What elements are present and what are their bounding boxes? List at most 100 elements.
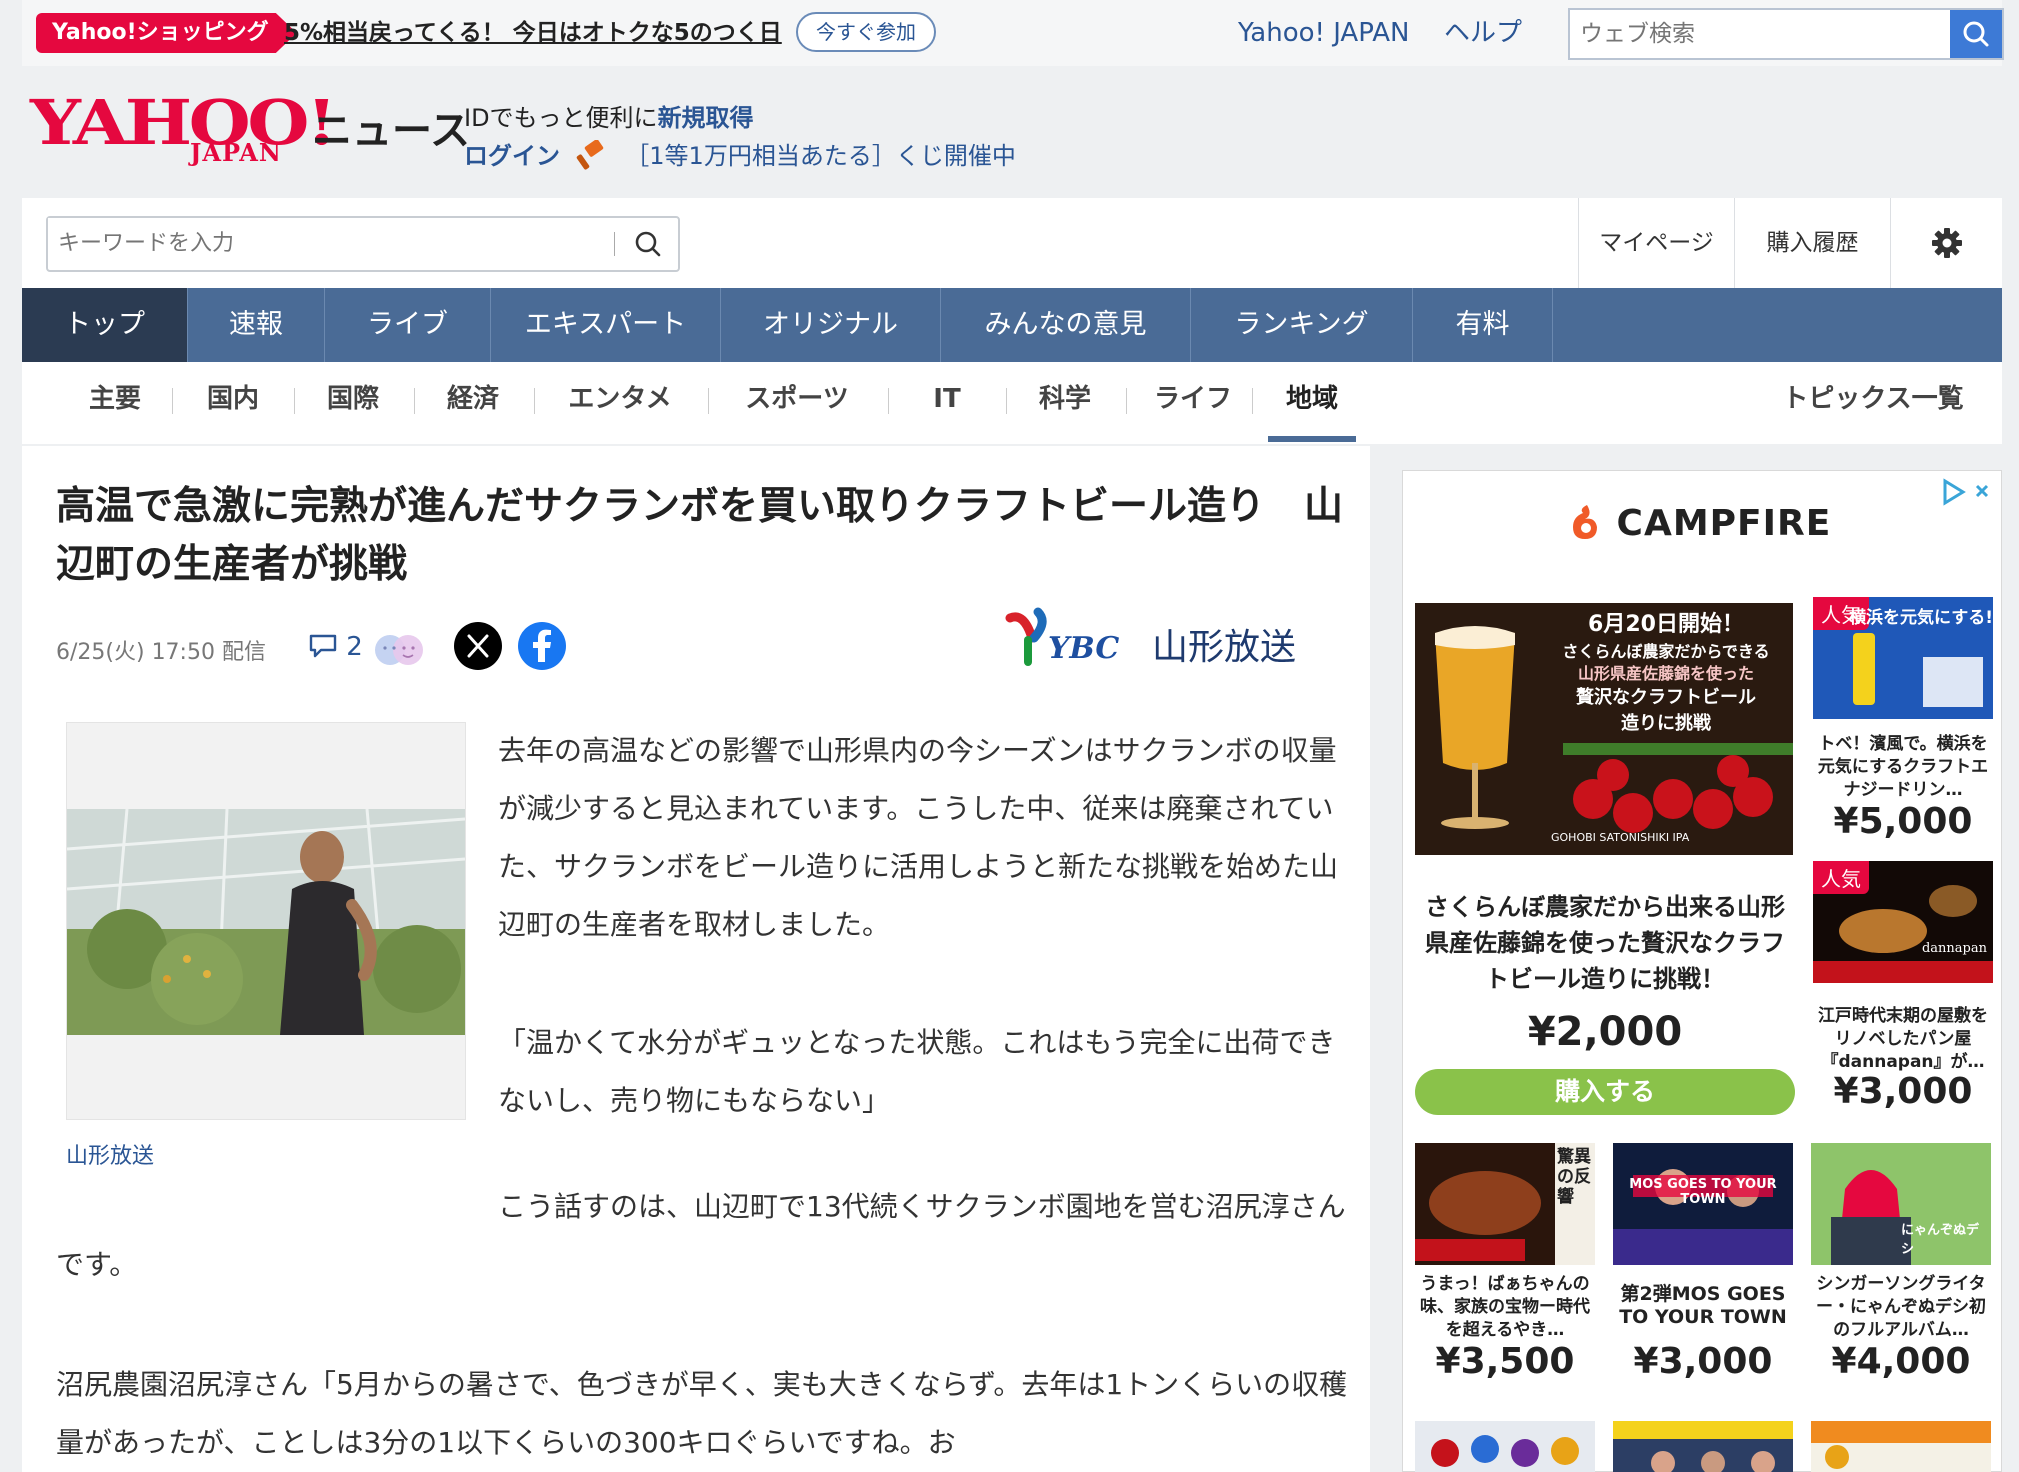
mypage-button[interactable]: マイページ [1578, 198, 1734, 288]
news-service-name[interactable]: ニュース [312, 98, 470, 156]
thumb-caption: にゃんぞぬデシ [1901, 1223, 1980, 1257]
shopping-badge[interactable]: Yahoo!ショッピング [36, 13, 297, 53]
news-search-input[interactable] [48, 218, 608, 268]
ad-main-title[interactable]: さくらんぼ農家だから出来る山形県産佐藤錦を使った贅沢なクラフトビール造りに挑戦！ [1415, 889, 1795, 997]
subnav-economy[interactable]: 経済 [418, 374, 528, 424]
web-search-button[interactable] [1950, 10, 2002, 58]
login-link[interactable]: ログイン [464, 142, 560, 170]
ad-item-title[interactable]: 江戸時代末期の屋敷をリノベしたパン屋『dannapan』が… [1813, 1005, 1993, 1074]
subnav-divider [708, 388, 709, 414]
subnav-domestic[interactable]: 国内 [178, 374, 288, 424]
ad-item-thumb[interactable] [1613, 1421, 1793, 1472]
web-search-input[interactable] [1570, 10, 1940, 58]
subnav-active-indicator [1268, 436, 1356, 442]
hammer-icon [576, 139, 603, 170]
source-logo[interactable]: YBC 山形放送 [1002, 606, 1342, 676]
ybc-logo-icon: YBC [1005, 607, 1119, 666]
article-paragraph: 「温かくて水分がギュッとなった状態。これはもう完全に出荷できないし、売り物にもな… [498, 1026, 1336, 1117]
subnav-entertainment[interactable]: エンタメ [538, 374, 702, 424]
help-link[interactable]: ヘルプ [1444, 16, 1522, 50]
gnav-opinion[interactable]: みんなの意見 [941, 288, 1191, 362]
subnav-divider [534, 388, 535, 414]
ad-item-price: ¥5,000 [1833, 801, 1973, 842]
subnav-life[interactable]: ライフ [1130, 374, 1256, 424]
subnav-divider [1006, 388, 1007, 414]
comment-icon [309, 634, 337, 658]
gnav-expert[interactable]: エキスパート [491, 288, 721, 362]
ad-item-thumb[interactable]: 驚異の反響 [1415, 1143, 1595, 1265]
search-divider [614, 232, 615, 256]
signup-link[interactable]: 新規取得 [658, 104, 754, 132]
purchase-history-button[interactable]: 購入履歴 [1734, 198, 1890, 288]
adchoices-icon[interactable] [1937, 477, 1997, 507]
ad-panel: CAMPFIRE 6月20日開始！ さくらんぼ農家だからできる 山形県産佐藤錦を… [1402, 470, 2002, 1472]
subnav-divider [1126, 388, 1127, 414]
ad-item-title[interactable]: うまっ！ばぁちゃんの味、家族の宝物ー時代を超えるやき… [1415, 1273, 1595, 1342]
ad-item-price: ¥3,000 [1833, 1071, 1973, 1112]
ad-item-thumb[interactable] [1415, 1421, 1595, 1472]
article-title: 高温で急激に完熟が進んだサクランボを買い取りクラフトビール造り 山辺町の生産者が… [56, 484, 1344, 587]
topics-list-link[interactable]: トピックス一覧 [1768, 374, 1978, 424]
subnav-divider [888, 388, 889, 414]
source-name: 山形放送 [1152, 627, 1297, 668]
beer-event-illustration [1613, 1421, 1793, 1472]
ad-item-title[interactable]: シンガーソングライター・にゃんぞぬデシ初のフルアルバム… [1811, 1273, 1991, 1342]
news-search-box [46, 216, 680, 272]
global-nav: トップ 速報 ライブ エキスパート オリジナル みんなの意見 ランキング 有料 [22, 288, 2002, 362]
banner-line: 造りに挑戦 [1621, 713, 1711, 734]
subnav-world[interactable]: 国際 [298, 374, 408, 424]
promo-link[interactable]: 5%相当戻ってくる！ 今日はオトクな5のつく日 [284, 16, 782, 50]
ad-item-thumb[interactable]: MOS GOES TO YOUR TOWN [1613, 1143, 1793, 1265]
ad-item-title[interactable]: トベ！濱風で。横浜を元気にするクラフトエナジードリン… [1813, 733, 1993, 802]
facebook-share-button[interactable] [518, 622, 566, 670]
gnav-top[interactable]: トップ [22, 288, 188, 362]
subnav-science[interactable]: 科学 [1010, 374, 1120, 424]
reaction-faces[interactable] [370, 630, 428, 674]
gnav-original[interactable]: オリジナル [721, 288, 941, 362]
x-icon [467, 634, 489, 658]
navigation-area: マイページ 購入履歴 トップ 速報 ライブ エキスパート オリジナル みんなの意… [22, 198, 2002, 444]
campfire-logo[interactable]: CAMPFIRE [1571, 503, 1831, 544]
banner-line: 山形県産佐藤錦を使った [1577, 664, 1754, 683]
ad-main-banner[interactable]: 6月20日開始！ さくらんぼ農家だからできる 山形県産佐藤錦を使った 贅沢なクラ… [1415, 603, 1793, 855]
news-search-button[interactable] [626, 224, 670, 264]
comment-link[interactable]: 2 [308, 632, 363, 662]
lottery-link[interactable]: ［1等1万円相当あたる］くじ開催中 [625, 142, 1016, 170]
subnav-divider [172, 388, 173, 414]
farmer-photo [67, 809, 465, 1035]
ad-item-price: ¥4,000 [1831, 1341, 1971, 1382]
popular-badge: 人気 [1813, 861, 1869, 894]
yahoo-logo-japan: JAPAN [190, 138, 282, 167]
ad-item-thumb[interactable]: にゃんぞぬデシ [1811, 1143, 1991, 1265]
gnav-paid[interactable]: 有料 [1413, 288, 1553, 362]
publish-date: 6/25(火) 17:50 配信 [56, 640, 266, 665]
subnav-divider [294, 388, 295, 414]
ad-item-thumb[interactable] [1811, 1421, 1991, 1472]
gemstones-illustration [1431, 1435, 1579, 1467]
yahoo-japan-link[interactable]: Yahoo! JAPAN [1238, 16, 1409, 50]
subnav-local[interactable]: 地域 [1256, 374, 1368, 424]
ad-item-thumb[interactable]: 人気 dannapan [1813, 861, 1993, 983]
subnav-main[interactable]: 主要 [60, 374, 170, 424]
yahoo-logo[interactable]: YAHOO! [30, 92, 337, 154]
banner-text: 6月20日開始！ さくらんぼ農家だからできる 山形県産佐藤錦を使った 贅沢なクラ… [1541, 609, 1791, 737]
x-share-button[interactable] [454, 622, 502, 670]
photo-credit[interactable]: 山形放送 [66, 1138, 154, 1170]
article-paragraph: こう話すのは、山辺町で13代続くサクランボ園地を営む沼尻淳さんです。 [56, 1190, 1346, 1281]
ad-buy-button[interactable]: 購入する [1415, 1069, 1795, 1115]
settings-button[interactable] [1890, 198, 2002, 288]
id-promo: IDでもっと便利に新規取得 [464, 98, 754, 133]
gnav-ranking[interactable]: ランキング [1191, 288, 1413, 362]
banner-headline: 6月20日開始！ [1588, 612, 1744, 637]
gnav-flash[interactable]: 速報 [188, 288, 325, 362]
gnav-live[interactable]: ライブ [325, 288, 491, 362]
article-photo[interactable] [66, 722, 466, 1120]
subnav-sports[interactable]: スポーツ [712, 374, 882, 424]
subnav-it[interactable]: IT [892, 374, 1002, 424]
promo-join-button[interactable]: 今すぐ参加 [796, 12, 936, 52]
article: 高温で急激に完熟が進んだサクランボを買い取りクラフトビール造り 山辺町の生産者が… [22, 446, 1370, 1472]
ad-item-title[interactable]: 第2弾MOS GOES TO YOUR TOWN [1613, 1283, 1793, 1329]
banner-line: さくらんぼ農家だからできる [1562, 642, 1770, 661]
ad-item-thumb[interactable]: 人気 横浜を元気にする! [1813, 597, 1993, 719]
thumb-caption: 横浜を元気にする! [1849, 608, 1993, 628]
